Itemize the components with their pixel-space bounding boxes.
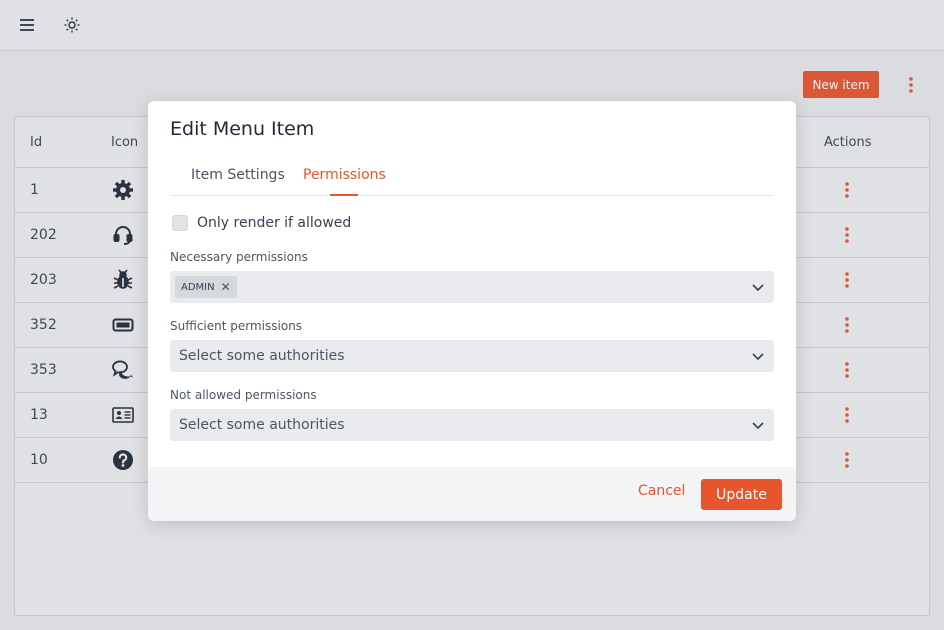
sufficient-permissions-placeholder: Select some authorities	[179, 348, 345, 364]
sufficient-permissions-select[interactable]: Select some authorities	[170, 340, 774, 372]
permission-tag: ADMIN ✕	[175, 276, 237, 298]
chevron-down-icon[interactable]	[751, 418, 765, 432]
only-render-if-allowed-checkbox[interactable]	[172, 215, 188, 231]
dialog-tabs: Item Settings Permissions	[170, 159, 774, 196]
remove-tag-icon[interactable]: ✕	[221, 280, 231, 294]
not-allowed-permissions-label: Not allowed permissions	[170, 388, 317, 402]
tab-permissions[interactable]: Permissions	[303, 167, 386, 183]
necessary-permissions-label: Necessary permissions	[170, 250, 308, 264]
chevron-down-icon[interactable]	[751, 349, 765, 363]
sufficient-permissions-label: Sufficient permissions	[170, 319, 303, 333]
tab-item-settings[interactable]: Item Settings	[191, 167, 285, 183]
cancel-button[interactable]: Cancel	[638, 483, 685, 499]
dialog-footer: Cancel Update	[148, 467, 796, 521]
active-tab-indicator	[330, 194, 358, 196]
only-render-if-allowed-label: Only render if allowed	[197, 215, 352, 231]
edit-menu-item-dialog: Edit Menu Item Item Settings Permissions…	[148, 101, 796, 521]
necessary-permissions-select[interactable]: ADMIN ✕	[170, 271, 774, 303]
only-render-if-allowed-option[interactable]: Only render if allowed	[172, 215, 351, 231]
chevron-down-icon[interactable]	[751, 280, 765, 294]
not-allowed-permissions-placeholder: Select some authorities	[179, 417, 345, 433]
dialog-title: Edit Menu Item	[170, 118, 315, 140]
not-allowed-permissions-select[interactable]: Select some authorities	[170, 409, 774, 441]
update-button[interactable]: Update	[701, 479, 782, 510]
permission-tag-label: ADMIN	[181, 281, 215, 293]
